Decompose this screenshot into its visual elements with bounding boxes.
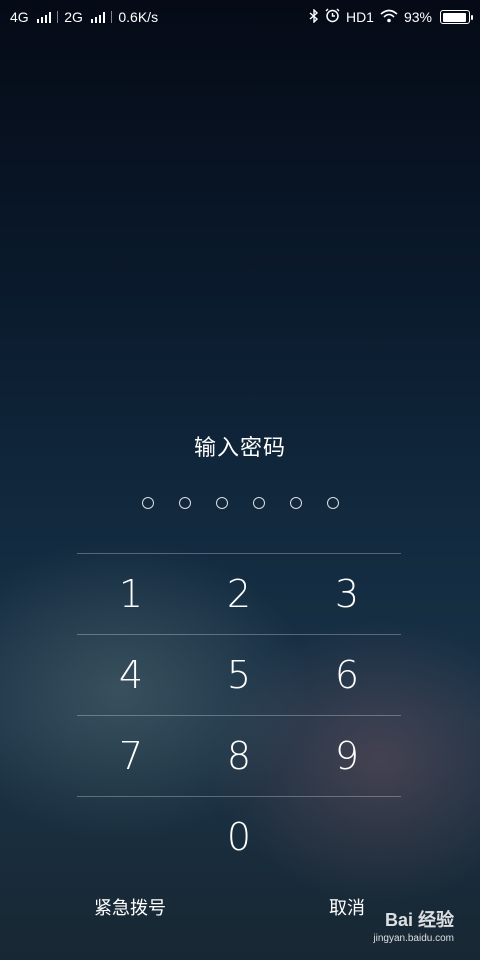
key-5[interactable]: 5 [185,635,293,715]
pin-dot [289,497,302,509]
key-spacer [77,797,185,877]
pin-dot [141,497,154,509]
key-4[interactable]: 4 [77,635,185,715]
key-8[interactable]: 8 [185,716,293,796]
watermark-brand: Bai 经验 [384,910,454,930]
numeric-keypad: 1 2 3 4 5 6 7 8 9 0 [77,553,401,877]
key-7[interactable]: 7 [77,716,185,796]
key-label: 3 [334,572,360,616]
key-label: 9 [334,734,360,778]
battery-icon [440,10,473,24]
key-label: 2 [226,572,252,616]
cancel-button[interactable]: 取消 [329,894,365,920]
divider [111,11,113,23]
key-spacer [293,797,401,877]
wifi-icon [380,9,398,26]
divider [57,11,59,23]
signal-strength-icon [36,11,52,23]
key-0[interactable]: 0 [185,797,293,877]
battery-fill [442,12,466,22]
watermark-url: jingyan.baidu.com [373,933,454,944]
password-prompt: 输入密码 [193,436,286,461]
watermark-logo: Bai 经验 [385,906,454,932]
status-left: 4G 2G 0.6K/s [10,9,158,25]
key-3[interactable]: 3 [293,554,401,634]
key-label: 7 [118,734,144,778]
status-right: HD1 93% [309,7,473,26]
key-label: 5 [226,653,252,697]
key-label: 1 [118,572,144,616]
signal-strength-icon-2 [90,11,106,23]
key-2[interactable]: 2 [185,554,293,634]
battery-percent: 93% [403,9,432,25]
network-type-1: 4G [10,9,29,25]
key-label: 4 [118,653,144,697]
pin-dot [252,497,265,509]
bluetooth-icon [309,7,319,26]
emergency-call-button[interactable]: 紧急拨号 [94,894,166,920]
baidu-jingyan-watermark: Bai 经验 jingyan.baidu.com [373,906,454,944]
keypad-row: 1 2 3 [77,553,401,634]
key-1[interactable]: 1 [77,554,185,634]
key-label: 6 [334,653,360,697]
key-label: 8 [226,734,252,778]
hd-voice-label: HD1 [345,9,374,25]
keypad-row: 7 8 9 [77,715,401,796]
network-speed: 0.6K/s [118,9,159,25]
keypad-row: 4 5 6 [77,634,401,715]
key-label: 0 [226,815,252,859]
keypad-row: 0 [77,796,401,877]
status-bar: 4G 2G 0.6K/s HD1 93% [0,0,480,34]
pin-dot [326,497,339,509]
key-9[interactable]: 9 [293,716,401,796]
pin-dot [178,497,191,509]
pin-dot [215,497,228,509]
key-6[interactable]: 6 [293,635,401,715]
alarm-icon [325,8,340,26]
network-type-2: 2G [64,9,83,25]
pin-indicator [0,497,480,509]
